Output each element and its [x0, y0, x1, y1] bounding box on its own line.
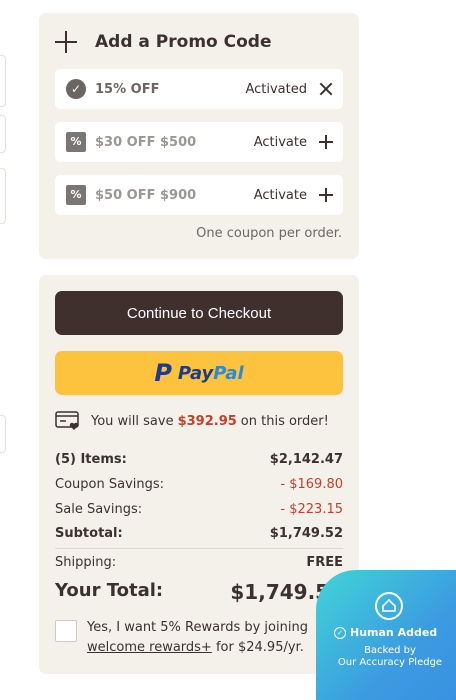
shipping-value: FREE — [306, 555, 343, 570]
total-label: Your Total: — [55, 580, 164, 601]
plus-icon[interactable] — [317, 133, 335, 151]
check-circle-icon: ✓ — [66, 79, 86, 99]
coupon-row[interactable]: % $50 OFF $900 Activate — [55, 175, 343, 215]
plus-icon[interactable] — [55, 31, 77, 53]
savings-message: You will save $392.95 on this order! — [55, 411, 329, 431]
home-icon — [375, 592, 403, 620]
plus-icon[interactable] — [317, 186, 335, 204]
paypal-logo-icon: P — [154, 359, 172, 387]
coupon-savings-value: - $169.80 — [280, 477, 343, 492]
sale-savings-row: Sale Savings: - $223.15 — [55, 502, 343, 517]
coupon-savings-row: Coupon Savings: - $169.80 — [55, 477, 343, 492]
activate-coupon-button[interactable]: Activate — [254, 135, 307, 150]
card-heart-icon — [55, 411, 81, 431]
shipping-label: Shipping: — [55, 555, 117, 570]
activate-coupon-button[interactable]: Activate — [254, 188, 307, 203]
rewards-optin: Yes, I want 5% Rewards by joining welcom… — [55, 618, 317, 658]
percent-tag-icon: % — [66, 132, 86, 152]
left-edge-fragment — [0, 415, 6, 453]
save-suffix: on this order! — [240, 413, 329, 429]
items-row: (5) Items: $2,142.47 — [55, 452, 343, 467]
rewards-checkbox[interactable] — [55, 620, 77, 642]
subtotal-label: Subtotal: — [55, 526, 123, 541]
coupon-name: $50 OFF $900 — [95, 187, 197, 203]
save-amount: $392.95 — [177, 413, 237, 429]
shipping-row: Shipping: FREE — [55, 555, 343, 570]
items-label: (5) Items: — [55, 452, 127, 467]
remove-coupon-icon[interactable] — [317, 80, 335, 98]
items-value: $2,142.47 — [269, 452, 343, 467]
accuracy-pledge-badge[interactable]: ✓ Human Added Backed by Our Accuracy Ple… — [316, 570, 456, 700]
left-edge-fragment — [0, 115, 6, 153]
coupon-savings-label: Coupon Savings: — [55, 477, 165, 492]
coupon-row[interactable]: ✓ 15% OFF Activated — [55, 69, 343, 109]
coupon-row[interactable]: % $30 OFF $500 Activate — [55, 122, 343, 162]
rewards-text: Yes, I want 5% Rewards by joining welcom… — [87, 620, 308, 655]
left-edge-fragment — [0, 55, 6, 107]
subtotal-value: $1,749.52 — [269, 526, 343, 541]
coupon-status: Activated — [245, 81, 307, 97]
sale-savings-label: Sale Savings: — [55, 502, 143, 517]
promo-header[interactable]: Add a Promo Code — [55, 31, 272, 53]
promo-code-panel: Add a Promo Code ✓ 15% OFF Activated % $… — [39, 13, 359, 259]
save-prefix: You will save — [91, 413, 174, 429]
subtotal-row: Subtotal: $1,749.52 — [55, 526, 343, 541]
order-summary-panel: Continue to Checkout P PayPal You will s… — [39, 275, 359, 674]
coupon-note: One coupon per order. — [196, 226, 342, 241]
pledge-title: ✓ Human Added — [334, 626, 437, 639]
check-icon: ✓ — [334, 626, 346, 639]
percent-tag-icon: % — [66, 185, 86, 205]
divider — [55, 548, 343, 549]
promo-title: Add a Promo Code — [95, 32, 272, 52]
sale-savings-value: - $223.15 — [280, 502, 343, 517]
welcome-rewards-link[interactable]: welcome rewards+ — [87, 640, 212, 655]
coupon-name: 15% OFF — [95, 81, 160, 97]
coupon-name: $30 OFF $500 — [95, 134, 197, 150]
left-edge-fragment — [0, 168, 6, 224]
total-row: Your Total: $1,749.52 — [55, 580, 343, 604]
continue-to-checkout-button[interactable]: Continue to Checkout — [55, 291, 343, 335]
pledge-subtitle: Backed by Our Accuracy Pledge — [337, 645, 443, 668]
paypal-wordmark: PayPal — [177, 362, 244, 384]
paypal-button[interactable]: P PayPal — [55, 351, 343, 395]
